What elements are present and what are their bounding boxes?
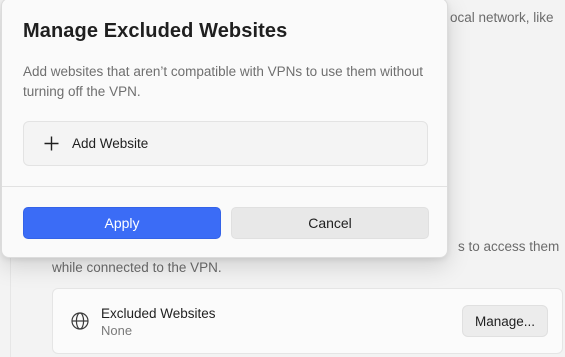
add-website-button[interactable]: Add Website bbox=[23, 121, 428, 166]
dialog-divider bbox=[2, 186, 447, 187]
background-text-line: s to access them bbox=[458, 239, 560, 254]
apply-button[interactable]: Apply bbox=[23, 207, 221, 239]
plus-icon bbox=[43, 135, 60, 152]
manage-excluded-websites-dialog: Manage Excluded Websites Add websites th… bbox=[1, 0, 448, 258]
add-website-label: Add Website bbox=[72, 136, 149, 151]
dialog-title: Manage Excluded Websites bbox=[23, 20, 288, 42]
dialog-description: Add websites that aren’t compatible with… bbox=[23, 64, 423, 99]
excluded-websites-value: None bbox=[101, 323, 133, 338]
globe-icon bbox=[70, 311, 90, 331]
background-text-line: ocal network, like bbox=[450, 10, 554, 25]
excluded-websites-card: Excluded Websites None Manage... bbox=[52, 288, 563, 354]
manage-button[interactable]: Manage... bbox=[462, 305, 548, 337]
excluded-websites-title: Excluded Websites bbox=[101, 306, 216, 321]
background-text-line: while connected to the VPN. bbox=[52, 260, 222, 275]
cancel-button[interactable]: Cancel bbox=[231, 207, 429, 239]
